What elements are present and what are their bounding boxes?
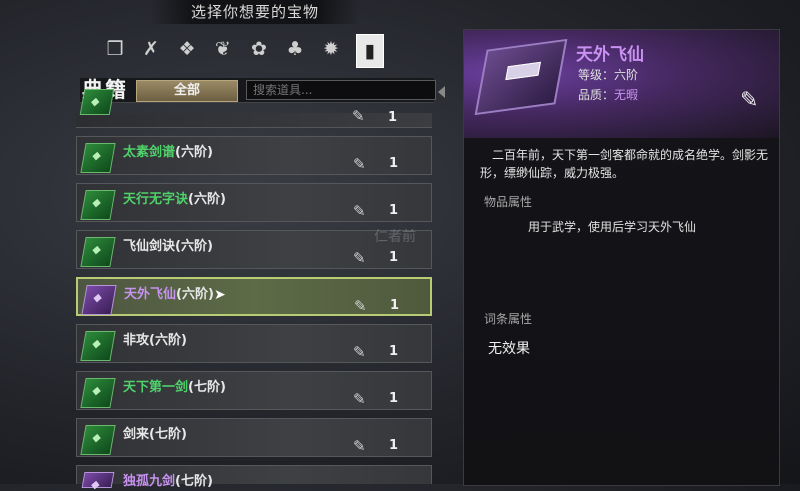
item-quantity: 1 bbox=[389, 391, 399, 406]
book-icon bbox=[81, 472, 115, 488]
scroll-icon: ✎ bbox=[353, 155, 366, 173]
list-item-selected[interactable]: 天外飞仙(六阶) ➤ ✎ 1 bbox=[76, 277, 432, 316]
item-quantity: 1 bbox=[389, 156, 399, 171]
detail-usage: 用于武学，使用后学习天外飞仙 bbox=[528, 220, 697, 234]
filter-all-tab[interactable]: 全部 bbox=[136, 80, 238, 102]
search-input[interactable] bbox=[246, 80, 436, 100]
book-icon bbox=[80, 425, 116, 455]
scroll-icon: ✎ bbox=[353, 437, 366, 455]
list-item[interactable]: 太素剑谱(六阶) ✎ 1 bbox=[76, 136, 432, 175]
accessory-icon[interactable]: ❦ bbox=[208, 34, 238, 64]
watermark-text: 仁者前 bbox=[374, 229, 416, 245]
collapse-arrow-icon[interactable] bbox=[438, 86, 445, 98]
book-icon bbox=[81, 285, 117, 315]
item-name: 飞仙剑诀(六阶) bbox=[123, 239, 213, 254]
list-item[interactable]: 剑来(七阶) ✎ 1 bbox=[76, 418, 432, 457]
section-heading-attributes: 物品属性 bbox=[484, 195, 533, 209]
item-name: 天行无字诀(六阶) bbox=[123, 192, 226, 207]
book-icon bbox=[80, 331, 116, 361]
book-icon bbox=[80, 237, 116, 267]
herb-icon[interactable]: ♣ bbox=[280, 34, 310, 64]
book-icon bbox=[80, 378, 116, 408]
scroll-icon: ✎ bbox=[352, 107, 365, 125]
item-name: 太素剑谱(六阶) bbox=[123, 145, 213, 160]
item-quantity: 1 bbox=[389, 250, 399, 265]
detail-item-name: 天外飞仙 bbox=[576, 45, 644, 65]
list-item[interactable]: 天下第一剑(七阶) ✎ 1 bbox=[76, 371, 432, 410]
item-list-panel: 典籍 全部 ✎ 1 太素剑谱(六阶) ✎ 1 天行无字诀(六阶) ✎ 1 飞仙剑… bbox=[74, 76, 445, 489]
scroll-icon: ✎ bbox=[353, 202, 366, 220]
detail-grade: 等级：六阶 bbox=[578, 68, 639, 82]
list-item[interactable]: 天行无字诀(六阶) ✎ 1 bbox=[76, 183, 432, 222]
scroll-icon[interactable]: ✎ bbox=[740, 88, 758, 113]
item-detail-panel: 天外飞仙 等级：六阶 品质：无暇 ✎ 二百年前，天下第一剑客都命就的成名绝学。剑… bbox=[463, 29, 780, 486]
bomb-icon[interactable]: ✹ bbox=[316, 34, 346, 64]
filter-bar: 典籍 全部 bbox=[80, 78, 445, 103]
book-icon[interactable]: ▮ bbox=[356, 34, 384, 68]
armor-icon[interactable]: ❖ bbox=[172, 34, 202, 64]
chest-icon[interactable]: ❒ bbox=[100, 34, 130, 64]
screen-title: 选择你想要的宝物 bbox=[150, 0, 360, 24]
category-bar: ❒ ✗ ❖ ❦ ✿ ♣ ✹ ▮ bbox=[100, 34, 384, 68]
item-name: 非攻(六阶) bbox=[123, 333, 187, 348]
detail-header: 天外飞仙 等级：六阶 品质：无暇 ✎ bbox=[464, 30, 779, 138]
item-quantity: 1 bbox=[389, 438, 399, 453]
item-quantity: 1 bbox=[388, 110, 398, 125]
section-heading-traits: 词条属性 bbox=[484, 312, 533, 326]
item-name: 剑来(七阶) bbox=[123, 427, 187, 442]
book-icon bbox=[79, 89, 115, 115]
book-icon bbox=[80, 143, 116, 173]
item-name: 天下第一剑(七阶) bbox=[123, 380, 226, 395]
scroll-icon: ✎ bbox=[353, 390, 366, 408]
detail-quality: 品质：无暇 bbox=[578, 88, 639, 102]
item-quantity: 1 bbox=[389, 203, 399, 218]
scroll-icon: ✎ bbox=[354, 297, 367, 315]
list-item-partial[interactable]: ✎ 1 bbox=[76, 89, 432, 128]
detail-effect: 无效果 bbox=[488, 341, 530, 357]
mouse-cursor-icon: ➤ bbox=[214, 287, 226, 303]
book-icon bbox=[474, 38, 568, 116]
weapon-icon[interactable]: ✗ bbox=[136, 34, 166, 64]
item-quantity: 1 bbox=[389, 344, 399, 359]
list-item-partial[interactable]: 独孤九剑(七阶) bbox=[76, 465, 432, 489]
item-name: 独孤九剑(七阶) bbox=[123, 474, 213, 489]
item-quantity: 1 bbox=[390, 298, 400, 313]
scroll-icon: ✎ bbox=[353, 249, 366, 267]
item-name: 天外飞仙(六阶) bbox=[124, 287, 214, 302]
list-item[interactable]: 非攻(六阶) ✎ 1 bbox=[76, 324, 432, 363]
detail-description: 二百年前，天下第一剑客都命就的成名绝学。剑影无形，缥缈仙踪，威力极强。 bbox=[480, 148, 769, 180]
scroll-icon: ✎ bbox=[353, 343, 366, 361]
book-icon bbox=[80, 190, 116, 220]
pill-icon[interactable]: ✿ bbox=[244, 34, 274, 64]
